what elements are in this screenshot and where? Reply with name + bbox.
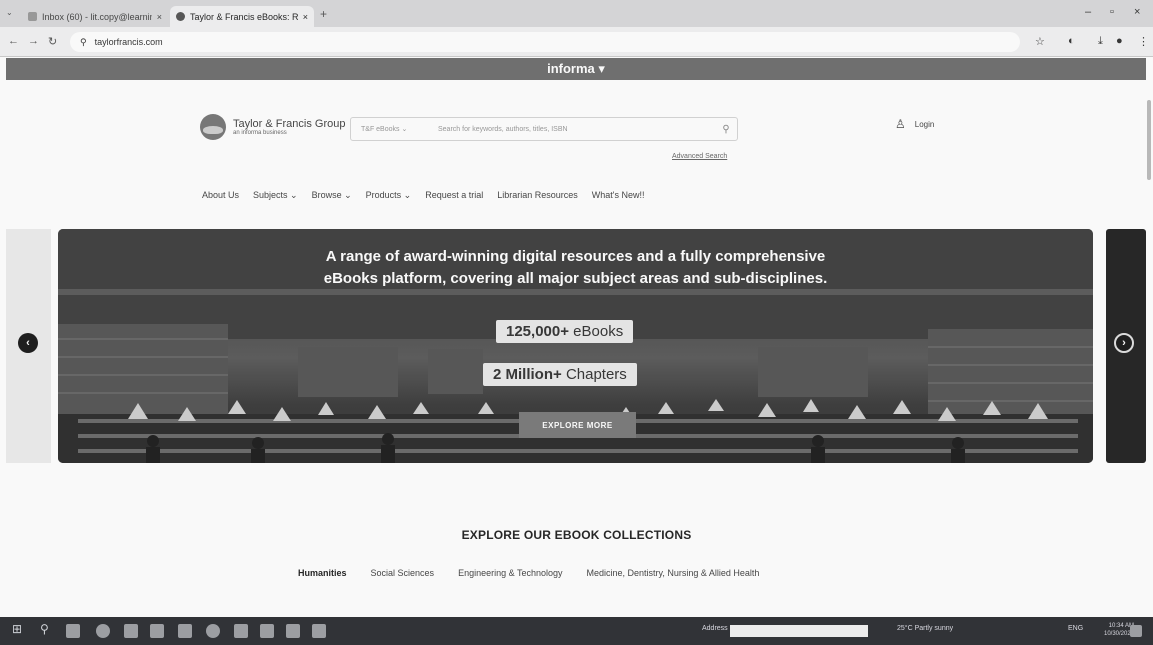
logo-name: Taylor & Francis Group [233,118,346,130]
window-close-icon[interactable]: × [1134,6,1140,18]
tab-social-sciences[interactable]: Social Sciences [371,568,435,578]
hero-banner: A range of award-winning digital resourc… [58,229,1093,463]
tab-inbox[interactable]: Inbox (60) - lit.copy@learnin... × [22,6,168,27]
notifications-icon[interactable] [1130,625,1142,637]
page-scrollbar[interactable] [1147,100,1151,180]
hero-headline-line1: A range of award-winning digital resourc… [325,248,826,265]
back-icon[interactable]: ← [8,35,19,47]
mail-icon[interactable] [150,624,164,638]
forward-icon[interactable]: → [28,35,39,47]
reload-icon[interactable]: ↻ [48,35,57,48]
tf-logo[interactable]: Taylor & Francis Group an informa busine… [200,114,345,140]
weather-widget[interactable]: 25°C Partly sunny [897,625,953,632]
explore-more-button[interactable]: EXPLORE MORE [519,412,636,438]
nav-products[interactable]: Products ⌄ [366,190,412,201]
close-icon[interactable]: × [157,12,162,22]
start-menu-icon[interactable]: ⊞ [12,622,26,636]
chrome-icon[interactable] [96,624,110,638]
tab-humanities[interactable]: Humanities [298,568,347,578]
login-label: Login [914,119,935,129]
nav-about-us[interactable]: About Us [202,190,239,201]
address-bar[interactable]: ⚲ taylorfrancis.com [70,32,1020,52]
site-info-icon[interactable]: ⚲ [80,37,87,48]
hero-headline-line2: eBooks platform, covering all major subj… [323,270,828,287]
tf-logo-icon [200,114,226,140]
close-icon[interactable]: × [303,12,308,22]
address-toolbar-label: Address [702,625,728,632]
download-icon[interactable]: ⤓ [1098,35,1103,48]
login-button[interactable]: ♙ Login [895,117,934,131]
maximize-icon[interactable]: ▫ [1110,6,1114,18]
hero-headline: A range of award-winning digital resourc… [58,246,1093,290]
search-scope-dropdown[interactable]: T&F eBooks ⌄ [351,125,426,133]
informa-bar[interactable]: informa ▾ [6,58,1146,80]
tab-search-icon[interactable]: ⌄ [6,8,13,17]
browser-tab-strip: ⌄ Inbox (60) - lit.copy@learnin... × Tay… [0,0,1153,27]
kebab-menu-icon[interactable]: ⋮ [1138,35,1149,48]
search-input[interactable]: Search for keywords, authors, titles, IS… [426,126,715,133]
stat-ebooks-label: eBooks [573,323,624,340]
nav-subjects[interactable]: Subjects ⌄ [253,190,298,201]
stat-chapters-number: 2 Million+ [493,366,562,383]
search-icon[interactable]: ⚲ [40,622,54,636]
url-text: taylorfrancis.com [94,37,163,47]
profile-avatar-icon[interactable]: ● [1116,35,1123,47]
new-tab-icon[interactable]: + [320,7,327,21]
user-icon: ♙ [895,117,906,131]
edge-icon[interactable] [206,624,220,638]
teams-icon[interactable] [234,624,248,638]
language-indicator[interactable]: ENG [1068,625,1083,632]
main-nav: About Us Subjects ⌄ Browse ⌄ Products ⌄ … [202,190,659,201]
carousel-prev-arrow-icon[interactable]: ‹ [18,333,38,353]
collections-heading: EXPLORE OUR EBOOK COLLECTIONS [461,528,692,542]
task-view-icon[interactable] [66,624,80,638]
stat-ebooks-number: 125,000+ [506,323,569,340]
store-icon[interactable] [260,624,274,638]
logo-tagline: an informa business [233,130,287,136]
search-bar: T&F eBooks ⌄ Search for keywords, author… [350,117,738,141]
word-icon[interactable] [286,624,300,638]
stat-ebooks: 125,000+ eBooks [496,320,634,343]
tab-taylor-francis[interactable]: Taylor & Francis eBooks: Refer... × [170,6,314,27]
photos-icon[interactable] [178,624,192,638]
tab-medicine[interactable]: Medicine, Dentistry, Nursing & Allied He… [586,568,759,578]
tab-title: Taylor & Francis eBooks: Refer... [190,11,298,22]
tab-engineering-technology[interactable]: Engineering & Technology [458,568,562,578]
site-favicon-icon [176,12,185,21]
gmail-icon [28,12,37,21]
collections-tabs: Humanities Social Sciences Engineering &… [298,568,783,578]
minimize-icon[interactable]: – [1085,6,1091,18]
nav-librarian-resources[interactable]: Librarian Resources [497,190,578,201]
nav-browse[interactable]: Browse ⌄ [312,190,352,201]
address-toolbar-input[interactable] [730,625,868,637]
tab-title: Inbox (60) - lit.copy@learnin... [42,11,152,22]
windows-taskbar: ⊞ ⚲ Address 25°C Partly sunny ENG 10:34 … [0,617,1153,645]
advanced-search-link[interactable]: Advanced Search [672,153,727,160]
stat-chapters: 2 Million+ Chapters [483,363,637,386]
extension-icon[interactable]: ◐ [1068,35,1075,47]
browser-toolbar: ← → ↻ ⚲ taylorfrancis.com ☆ ◐ ⤓ ● ⋮ [0,27,1153,57]
stat-chapters-label: Chapters [565,366,627,383]
nav-whats-new[interactable]: What's New!! [592,190,645,201]
search-icon[interactable]: ⚲ [715,124,737,135]
bookmark-star-icon[interactable]: ☆ [1035,35,1045,48]
nav-request-trial[interactable]: Request a trial [425,190,483,201]
app-icon[interactable] [312,624,326,638]
file-explorer-icon[interactable] [124,624,138,638]
carousel-next-arrow-icon[interactable]: › [1114,333,1134,353]
